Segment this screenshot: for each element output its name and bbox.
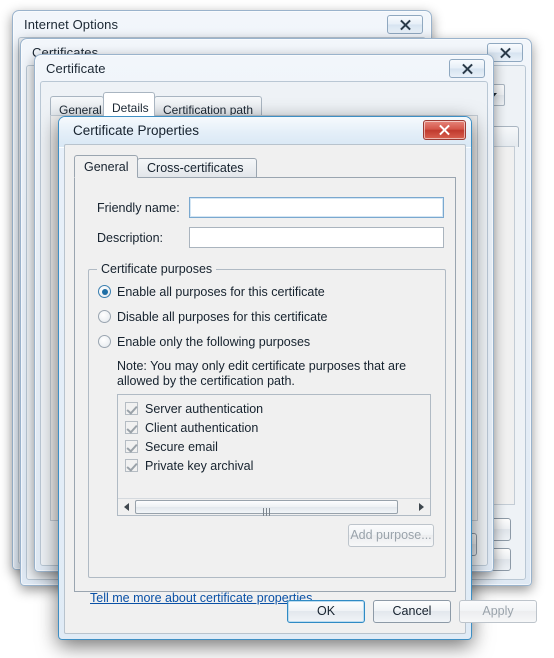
radio-icon (98, 310, 111, 323)
ok-button-label: OK (316, 604, 336, 618)
add-purpose-button-label: Add purpose... (350, 528, 432, 542)
friendly-name-input[interactable] (189, 197, 444, 218)
radio-enable-only-following-label: Enable only the following purposes (117, 335, 311, 349)
dialog-tabstrip: General Cross-certificates (74, 155, 456, 178)
dialog-content: General Cross-certificates Friendly name… (64, 144, 537, 634)
purpose-label-0: Server authentication (145, 402, 264, 416)
certificate-tab-certification-path[interactable]: Certification path (154, 96, 262, 117)
close-icon-certificate[interactable] (449, 59, 485, 78)
dialog-title: Certificate Properties (73, 123, 200, 138)
purpose-label-3: Private key archival (145, 459, 254, 473)
purpose-listbox[interactable]: Server authentication Client authenticat… (117, 394, 431, 516)
scroll-left-icon[interactable] (118, 499, 134, 515)
certificate-purposes-groupbox: Certificate purposes Enable all purposes… (88, 262, 446, 578)
add-purpose-button[interactable]: Add purpose... (348, 524, 434, 547)
close-icon[interactable] (423, 120, 466, 140)
radio-icon (98, 335, 111, 348)
close-icon-internet-options[interactable] (387, 15, 423, 34)
tab-cross-certificates[interactable]: Cross-certificates (137, 158, 257, 177)
purpose-label-1: Client authentication (145, 421, 259, 435)
checkbox-icon[interactable] (125, 402, 138, 415)
hscrollbar-thumb[interactable] (135, 500, 398, 516)
grip-icon (262, 503, 272, 516)
apply-button[interactable]: Apply (459, 600, 537, 623)
window-title-certificate: Certificate (46, 61, 106, 76)
tab-general-label: General (84, 160, 129, 174)
tabpage-general: Friendly name: Description: Certificate … (74, 177, 456, 605)
tab-general[interactable]: General (74, 155, 138, 178)
cancel-button-label: Cancel (392, 604, 432, 618)
certificate-purposes-title: Certificate purposes (97, 262, 217, 276)
purpose-label-2: Secure email (145, 440, 218, 454)
friendly-name-label: Friendly name: (97, 201, 180, 215)
purpose-list-inner: Server authentication Client authenticat… (118, 395, 430, 498)
radio-disable-all-purposes-label: Disable all purposes for this certificat… (117, 310, 328, 324)
checkbox-icon[interactable] (125, 440, 138, 453)
certificate-tab-general[interactable]: General (50, 96, 104, 117)
certificate-tab-details-label: Details (112, 101, 149, 115)
cancel-button[interactable]: Cancel (373, 600, 451, 623)
certificate-tab-details[interactable]: Details (103, 92, 155, 116)
description-input[interactable] (189, 227, 444, 248)
purpose-list-hscrollbar[interactable] (118, 498, 430, 516)
dialog-certificate-properties[interactable]: Certificate Properties General Cross-cer… (58, 116, 537, 640)
radio-enable-all-purposes-label: Enable all purposes for this certificate (117, 285, 325, 299)
help-link[interactable]: Tell me more about certificate propertie… (90, 591, 312, 605)
checkbox-icon[interactable] (125, 421, 138, 434)
apply-button-label: Apply (482, 604, 514, 618)
ok-button[interactable]: OK (287, 600, 365, 623)
radio-icon (98, 285, 111, 298)
scroll-right-icon[interactable] (414, 499, 430, 515)
description-label: Description: (97, 231, 163, 245)
checkbox-icon[interactable] (125, 459, 138, 472)
screen: Internet Options Certificates fication (0, 0, 554, 658)
window-title-internet-options: Internet Options (24, 17, 119, 32)
tab-cross-certificates-label: Cross-certificates (147, 161, 244, 175)
purposes-note: Note: You may only edit certificate purp… (117, 359, 407, 388)
